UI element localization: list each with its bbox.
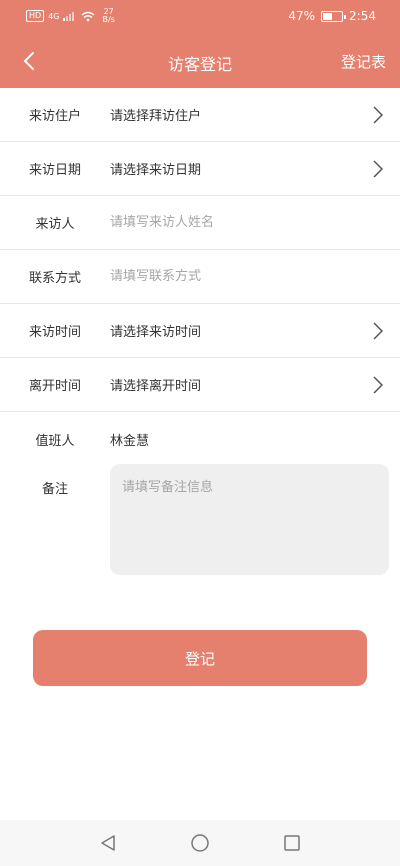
network-speed: 27 B/s [102, 8, 114, 24]
visit-date-select[interactable]: 请选择来访日期 [110, 159, 400, 178]
chevron-right-icon [373, 160, 384, 178]
chevron-right-icon [373, 376, 384, 394]
visit-date-row[interactable]: 来访日期 请选择来访日期 [0, 142, 400, 196]
contact-input[interactable] [110, 269, 350, 284]
chevron-right-icon [373, 106, 384, 124]
status-left: HD 4G 27 B/s [26, 8, 115, 24]
resident-label: 来访住户 [28, 109, 81, 124]
remark-textarea[interactable] [110, 464, 389, 575]
clock: 2:54 [349, 9, 376, 23]
hd-badge: HD [26, 10, 45, 22]
duty-label: 值班人 [35, 433, 75, 449]
wifi-icon [82, 11, 95, 21]
nav-bar: 访客登记 登记表 [0, 34, 400, 88]
battery-icon [321, 10, 347, 22]
square-recent-icon [284, 835, 300, 851]
visitor-name-row: 来访人 [0, 196, 400, 250]
signal-icon [63, 12, 75, 21]
speed-unit: B/s [102, 15, 115, 24]
leave-time-label: 离开时间 [28, 379, 81, 394]
visit-time-select[interactable]: 请选择来访时间 [110, 321, 400, 340]
visitor-name-input[interactable] [110, 215, 350, 230]
leave-time-row[interactable]: 离开时间 请选择离开时间 [0, 358, 400, 412]
duty-value: 林金慧 [110, 433, 150, 449]
leave-time-select[interactable]: 请选择离开时间 [110, 375, 400, 394]
battery-percent: 47% [288, 9, 316, 23]
visit-time-label: 来访时间 [28, 325, 81, 340]
register-list-link[interactable]: 登记表 [341, 51, 386, 72]
visitor-name-label: 来访人 [35, 217, 75, 232]
app-header: HD 4G 27 B/s 47% 2:54 访客登记 登记表 [0, 0, 400, 88]
system-nav-bar [0, 820, 400, 866]
status-bar: HD 4G 27 B/s 47% 2:54 [0, 0, 400, 34]
remark-label: 备注 [41, 482, 68, 497]
visit-date-label: 来访日期 [28, 163, 81, 178]
resident-row[interactable]: 来访住户 请选择拜访住户 [0, 88, 400, 142]
network-label: 4G [48, 11, 60, 21]
visitor-form: 来访住户 请选择拜访住户 来访日期 请选择来访日期 来访人 联系方式 来访时间 … [0, 88, 400, 575]
triangle-back-icon [101, 835, 115, 851]
contact-row: 联系方式 [0, 250, 400, 304]
system-recent-button[interactable] [281, 832, 303, 854]
status-right: 47% 2:54 [288, 9, 376, 23]
submit-button[interactable]: 登记 [33, 630, 367, 686]
visit-time-row[interactable]: 来访时间 请选择来访时间 [0, 304, 400, 358]
circle-home-icon [191, 834, 209, 852]
system-back-button[interactable] [97, 832, 119, 854]
duty-row: 值班人 林金慧 [0, 412, 400, 466]
system-home-button[interactable] [189, 832, 211, 854]
chevron-right-icon [373, 322, 384, 340]
contact-label: 联系方式 [28, 271, 81, 286]
battery-fill [323, 12, 332, 20]
resident-select[interactable]: 请选择拜访住户 [110, 105, 400, 124]
